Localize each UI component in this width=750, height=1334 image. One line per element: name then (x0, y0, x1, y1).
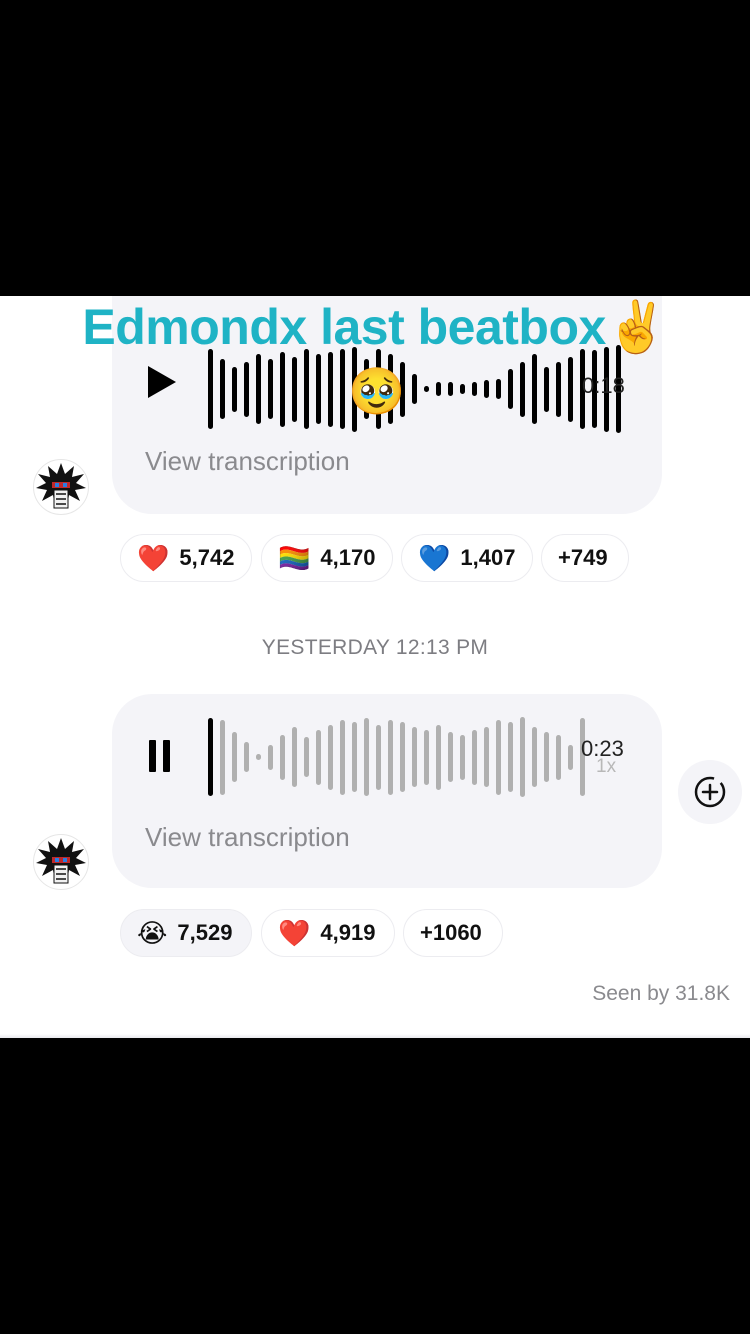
reaction-count: 4,170 (320, 545, 376, 570)
waveform-bar (364, 718, 369, 796)
waveform-bar (436, 724, 441, 790)
waveform-bar (268, 359, 273, 419)
avatar[interactable] (33, 834, 89, 890)
divider (0, 1034, 750, 1038)
waveform-bar (460, 734, 465, 780)
caption-text: Edmondx last beatbox (82, 299, 606, 355)
waveform-bar (244, 742, 249, 772)
crying-face-icon: 😭 (137, 917, 168, 948)
waveform-bar (556, 734, 561, 780)
waveform-bar (544, 732, 549, 782)
waveform-bar (292, 727, 297, 787)
waveform-bar (472, 729, 477, 785)
waveform-bar (496, 379, 501, 399)
waveform-bar (328, 724, 333, 790)
waveform-bar (520, 717, 525, 797)
waveform-bar (208, 349, 213, 429)
waveform-bar (508, 722, 513, 792)
waveform-bar (532, 354, 537, 424)
avatar-image (36, 463, 86, 509)
reaction-heart[interactable]: ❤️ 5,742 (120, 534, 252, 582)
message-timestamp: YESTERDAY 12:13 PM (261, 636, 489, 659)
waveform-bar (412, 374, 417, 404)
waveform-bar (388, 719, 393, 795)
waveform-bar (424, 729, 429, 785)
waveform-bar (280, 351, 285, 427)
add-reaction-button[interactable] (678, 760, 742, 824)
reaction-count: 5,742 (179, 545, 235, 570)
red-heart-icon: ❤️ (278, 917, 311, 948)
waveform-bar (316, 354, 321, 424)
waveform-bar (484, 380, 489, 398)
waveform-bar (256, 354, 261, 424)
reaction-heart[interactable]: ❤️ 4,919 (261, 909, 395, 957)
playback-speed[interactable]: 1x (596, 756, 616, 778)
view-transcription-link[interactable]: View transcription (145, 822, 350, 853)
victory-hand-icon: ✌️ (605, 299, 668, 355)
reaction-more[interactable]: +749 (541, 534, 629, 582)
waveform-bar (448, 382, 453, 396)
avatar-image (36, 838, 86, 884)
waveform-bar (232, 366, 237, 412)
audio-duration: 0:18 (582, 373, 625, 398)
waveform-bar (232, 732, 237, 782)
voice-message-bubble[interactable]: 0:23 1x View transcription (112, 694, 662, 888)
waveform-bar (280, 734, 285, 780)
waveform-bar (508, 369, 513, 409)
waveform-bar (220, 719, 225, 795)
pleading-face-icon: 🥹 (348, 365, 406, 417)
waveform-bar (424, 386, 429, 392)
reaction-count: 4,919 (320, 920, 376, 945)
waveform-bar (448, 732, 453, 782)
waveform-bar (532, 727, 537, 787)
waveform-bar (340, 349, 345, 429)
waveform-bar (208, 718, 213, 796)
waveform-bar (400, 722, 405, 792)
waveform-bar (244, 361, 249, 417)
play-icon[interactable] (148, 366, 176, 398)
waveform-bar (256, 754, 261, 760)
waveform-bar (352, 722, 357, 792)
waveform-bar (436, 382, 441, 396)
waveform-bar (568, 744, 573, 770)
waveform-bar (316, 729, 321, 785)
reaction-more-count: +1060 (420, 920, 482, 945)
waveform-bar (220, 359, 225, 419)
reaction-more[interactable]: +1060 (403, 909, 503, 957)
reaction-count: 1,407 (460, 545, 516, 570)
audio-waveform[interactable] (208, 712, 585, 802)
video-caption: Edmondx last beatbox✌️ (0, 298, 750, 357)
waveform-bar (556, 361, 561, 417)
waveform-bar (304, 737, 309, 777)
waveform-bar (568, 356, 573, 422)
waveform-bar (328, 351, 333, 427)
rainbow-flag-icon: 🏳️‍🌈 (278, 542, 311, 573)
waveform-bar (520, 361, 525, 417)
seen-by-status: Seen by 31.8K (592, 982, 730, 1005)
avatar[interactable] (33, 459, 89, 515)
add-circle-icon (694, 776, 726, 808)
waveform-bar (304, 349, 309, 429)
waveform-bar (472, 382, 477, 396)
view-transcription-link[interactable]: View transcription (145, 446, 350, 477)
waveform-bar (292, 356, 297, 422)
waveform-bar (412, 727, 417, 787)
waveform-bar (268, 744, 273, 770)
waveform-bar (484, 727, 489, 787)
waveform-bar (376, 724, 381, 790)
waveform-bar (340, 719, 345, 795)
red-heart-icon: ❤️ (137, 542, 170, 573)
blue-heart-icon: 💙 (418, 542, 451, 573)
pause-icon[interactable] (149, 740, 171, 772)
reaction-blue-heart[interactable]: 💙 1,407 (401, 534, 533, 582)
reaction-more-count: +749 (558, 545, 608, 570)
reaction-crying[interactable]: 😭 7,529 (120, 909, 252, 957)
waveform-bar (496, 719, 501, 795)
reaction-rainbow-flag[interactable]: 🏳️‍🌈 4,170 (261, 534, 393, 582)
waveform-bar (460, 384, 465, 394)
reaction-count: 7,529 (177, 920, 233, 945)
waveform-bar (544, 366, 549, 412)
